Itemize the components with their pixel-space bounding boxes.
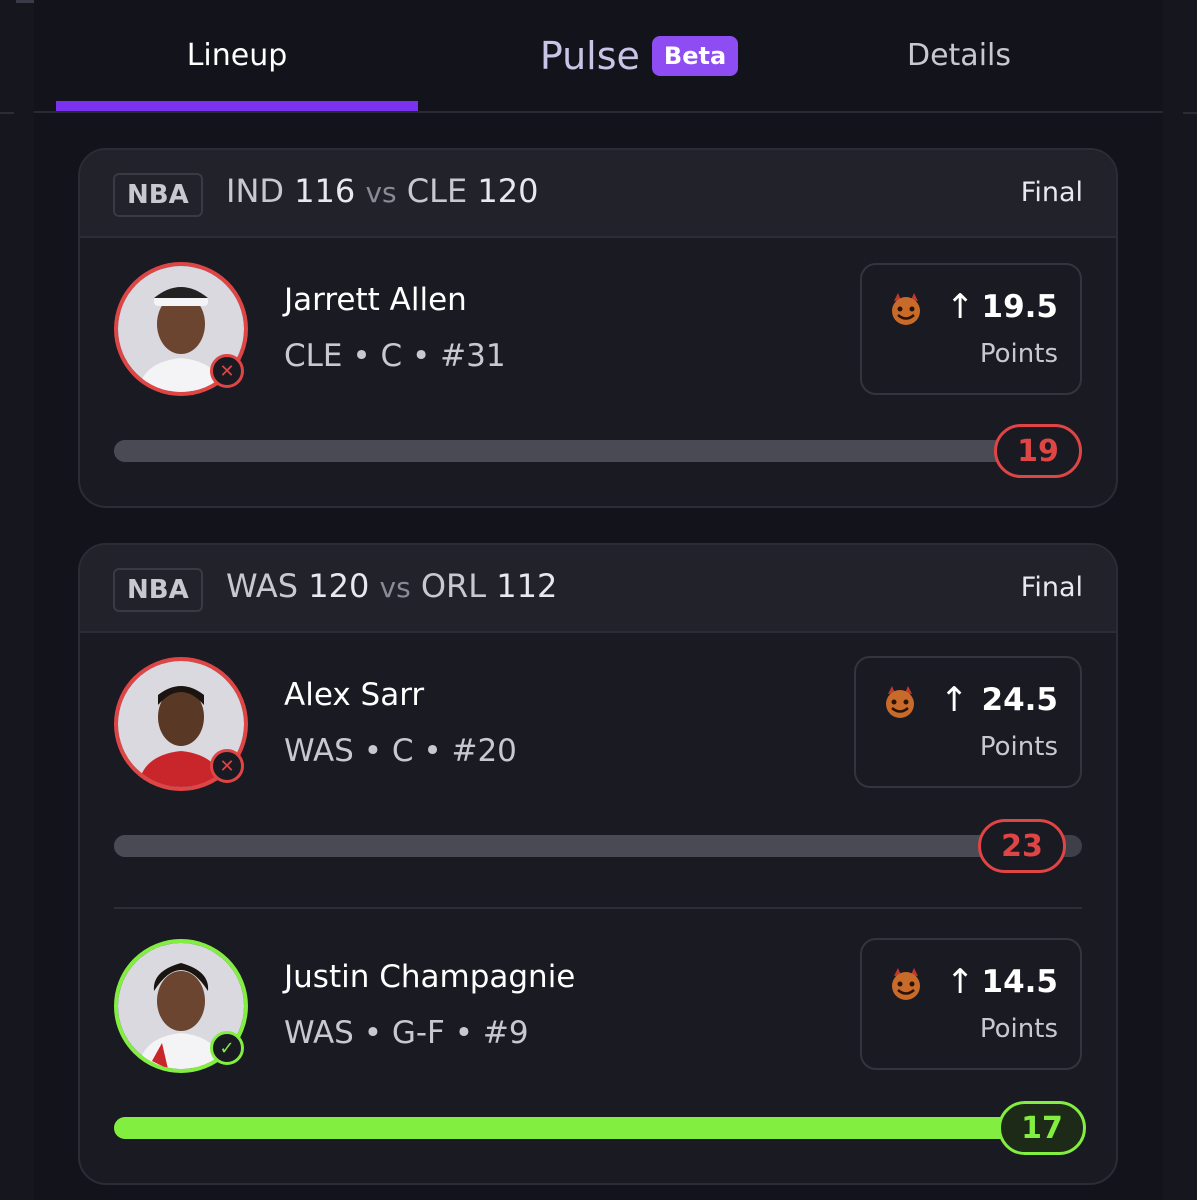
progress-track: [114, 835, 1082, 857]
player-meta: WAS • G-F • #9: [284, 1015, 529, 1051]
up-arrow-icon: ↑: [946, 287, 975, 327]
stat-type: Points: [979, 1014, 1058, 1044]
player-divider: [114, 907, 1082, 909]
league-badge: NBA: [113, 173, 203, 217]
progress-fill: [114, 440, 1057, 462]
progress-fill: [114, 1117, 1082, 1139]
player-row[interactable]: ✕ Alex Sarr WAS • C • #20 ↑ 24.5 Points …: [80, 633, 1116, 933]
progress-fill: [114, 835, 1023, 857]
game-status: Final: [1020, 572, 1083, 603]
devil-icon: [892, 293, 920, 325]
progress-track: [114, 440, 1082, 462]
actual-value-pill: 19: [994, 424, 1082, 478]
beta-badge: Beta: [651, 35, 739, 76]
stat-type: Points: [979, 732, 1058, 762]
tab-details[interactable]: Details: [794, 0, 1124, 111]
left-background-panel: [0, 0, 34, 1200]
tab-bar: Lineup Pulse Beta Details: [34, 0, 1163, 113]
game-header: NBA IND 116 vs CLE 120 Final: [80, 150, 1116, 238]
projection-box: ↑ 19.5 Points: [860, 263, 1082, 395]
hit-badge-icon: ✓: [210, 1031, 244, 1065]
player-name: Justin Champagnie: [284, 959, 576, 995]
player-row[interactable]: ✕ Jarrett Allen CLE • C • #31 ↑ 19.5 Poi…: [80, 238, 1116, 506]
miss-badge-icon: ✕: [210, 354, 244, 388]
entry-panel: Lineup Pulse Beta Details NBA IND 116 vs…: [34, 0, 1163, 1200]
avatar: ✕: [114, 657, 248, 791]
stat-type: Points: [979, 339, 1058, 369]
right-background-panel: [1163, 0, 1197, 1200]
matchup: WAS 120 vs ORL 112: [226, 567, 558, 605]
active-tab-indicator: [56, 101, 418, 111]
devil-icon: [892, 968, 920, 1000]
tab-lineup[interactable]: Lineup: [56, 0, 418, 111]
projection-box: ↑ 14.5 Points: [860, 938, 1082, 1070]
actual-value-pill: 23: [978, 819, 1066, 873]
projection-box: ↑ 24.5 Points: [854, 656, 1082, 788]
game-header: NBA WAS 120 vs ORL 112 Final: [80, 545, 1116, 633]
player-row[interactable]: ✓ Justin Champagnie WAS • G-F • #9 ↑ 14.…: [80, 915, 1116, 1183]
player-meta: CLE • C • #31: [284, 338, 506, 374]
player-name: Jarrett Allen: [284, 282, 467, 318]
up-arrow-icon: ↑: [940, 680, 969, 720]
game-card[interactable]: NBA IND 116 vs CLE 120 Final ✕ Jarrett A…: [78, 148, 1118, 508]
devil-icon: [886, 686, 914, 718]
progress-track: [114, 1117, 1082, 1139]
line-value: 14.5: [981, 964, 1059, 1000]
avatar: ✓: [114, 939, 248, 1073]
avatar: ✕: [114, 262, 248, 396]
game-card[interactable]: NBA WAS 120 vs ORL 112 Final ✕ Alex Sarr…: [78, 543, 1118, 1185]
player-name: Alex Sarr: [284, 677, 425, 713]
tab-pulse[interactable]: Pulse Beta: [474, 0, 804, 111]
game-status: Final: [1020, 177, 1083, 208]
line-value: 24.5: [981, 682, 1059, 718]
matchup: IND 116 vs CLE 120: [226, 172, 539, 210]
line-value: 19.5: [981, 289, 1059, 325]
actual-value-pill: 17: [998, 1101, 1086, 1155]
player-meta: WAS • C • #20: [284, 733, 517, 769]
league-badge: NBA: [113, 568, 203, 612]
up-arrow-icon: ↑: [946, 962, 975, 1002]
miss-badge-icon: ✕: [210, 749, 244, 783]
